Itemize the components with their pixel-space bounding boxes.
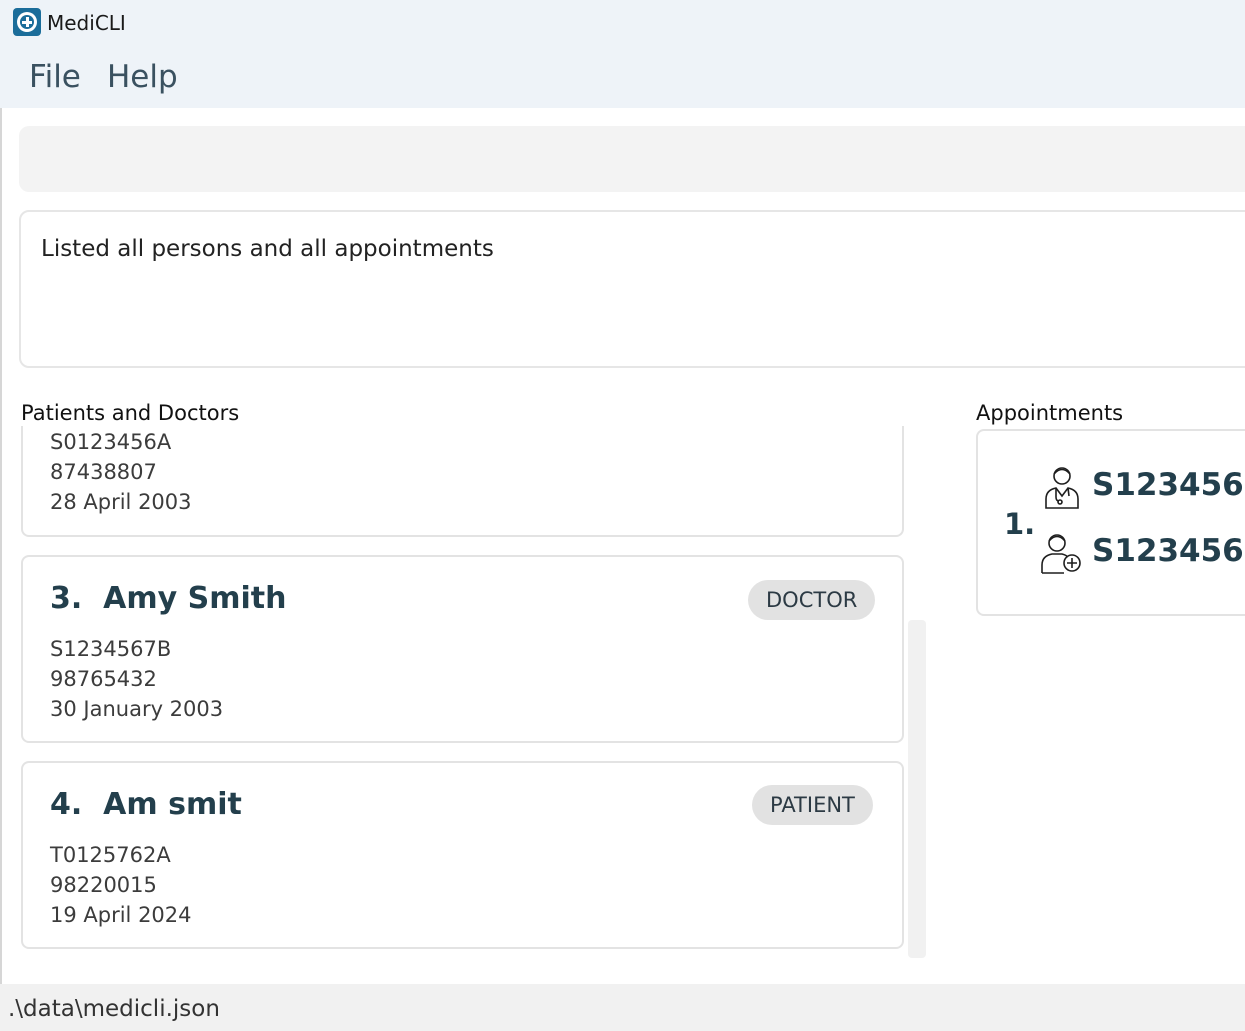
window-edge: [0, 108, 2, 984]
patient-icon: [1040, 531, 1084, 579]
doctor-icon: [1042, 463, 1082, 513]
command-box: [19, 126, 1245, 192]
person-dob: 19 April 2024: [50, 903, 192, 927]
persons-section-label: Patients and Doctors: [21, 401, 240, 425]
person-card[interactable]: 3. Amy Smith DOCTOR S1234567B 98765432 3…: [21, 555, 904, 743]
result-display[interactable]: Listed all persons and all appointments: [19, 210, 1245, 368]
title-bar: MediCLI: [0, 0, 1245, 44]
person-phone: 98220015: [50, 873, 157, 897]
command-input[interactable]: [19, 126, 1245, 192]
person-list-scrollbar[interactable]: [908, 620, 926, 958]
person-dob: 28 April 2003: [50, 490, 192, 514]
data-file-path: .\data\medicli.json: [8, 996, 220, 1022]
role-badge: DOCTOR: [748, 580, 876, 620]
person-index: 4.: [50, 787, 83, 822]
person-name-text: Amy Smith: [103, 581, 287, 616]
person-index: 3.: [50, 581, 83, 616]
person-nric: T0125762A: [50, 843, 171, 867]
person-dob: 30 January 2003: [50, 697, 224, 721]
person-list[interactable]: S0123456A 87438807 28 April 2003 3. Amy …: [21, 426, 905, 956]
menu-file[interactable]: File: [29, 59, 81, 95]
menu-bar: File Help: [0, 44, 1245, 108]
appointment-index: 1.: [1004, 507, 1036, 541]
person-name-text: Am smit: [103, 787, 242, 822]
person-card[interactable]: 4. Am smit PATIENT T0125762A 98220015 19…: [21, 761, 904, 949]
appointments-section-label: Appointments: [976, 401, 1124, 425]
status-bar: .\data\medicli.json: [0, 984, 1245, 1031]
person-name: 4. Am smit: [50, 787, 242, 822]
menu-help[interactable]: Help: [107, 59, 178, 95]
medical-cross-icon: [13, 8, 41, 36]
appointment-card[interactable]: 1. S1234567B S123456...: [976, 429, 1245, 616]
role-badge: PATIENT: [752, 785, 873, 825]
person-nric: S0123456A: [50, 430, 172, 454]
person-phone: 98765432: [50, 667, 157, 691]
person-card[interactable]: S0123456A 87438807 28 April 2003: [21, 426, 904, 537]
patient-id: S123456...: [1092, 533, 1245, 569]
doctor-id: S1234567B: [1092, 467, 1245, 503]
person-name: 3. Amy Smith: [50, 581, 287, 616]
window-title: MediCLI: [47, 11, 126, 35]
person-nric: S1234567B: [50, 637, 172, 661]
result-message: Listed all persons and all appointments: [41, 236, 494, 262]
person-phone: 87438807: [50, 460, 157, 484]
